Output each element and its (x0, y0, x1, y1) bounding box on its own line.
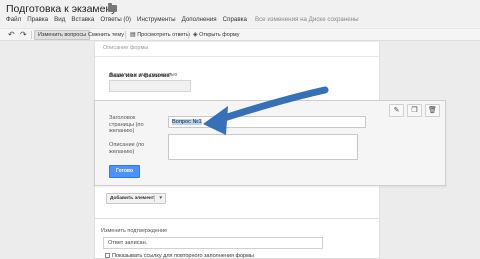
form-description-placeholder[interactable]: Описание формы (103, 45, 148, 51)
description-textarea[interactable] (168, 134, 358, 160)
page-title-value: Вопрос №1 (172, 119, 202, 125)
menu-item-edit[interactable]: Правка (27, 16, 48, 26)
chevron-down-icon[interactable]: ▾ (159, 194, 162, 203)
responses-icon: ▤ (130, 32, 136, 38)
confirmation-input[interactable]: Ответ записан. (103, 237, 323, 249)
menu-item-insert[interactable]: Вставка (71, 16, 94, 26)
answer-input-preview (109, 80, 191, 92)
open-form-button[interactable]: ◈ Открыть форму (190, 30, 243, 40)
page-title-label: Заголовок страницы (по желанию) (109, 115, 144, 134)
toolbar-divider (125, 31, 126, 39)
button-divider (154, 195, 155, 202)
open-form-label: Открыть форму (199, 32, 240, 38)
view-responses-button[interactable]: ▤ Просмотреть ответы (127, 30, 193, 40)
description-label: Описание (по желанию) (109, 142, 145, 155)
menu-bar: Файл Правка Вид Вставка Ответы (0) Инстр… (6, 16, 359, 26)
checkbox-icon[interactable] (105, 253, 110, 258)
toolbar: ↶ ↷ Изменить вопросы Сменить тему ▤ Прос… (0, 28, 480, 41)
redo-icon[interactable]: ↷ (20, 30, 27, 39)
menu-item-file[interactable]: Файл (6, 16, 21, 26)
page-break-editor: ✎ ❐ 🗑 Заголовок страницы (по желанию) Во… (94, 100, 446, 186)
menu-item-addons[interactable]: Дополнения (182, 16, 217, 26)
confirmation-label: Изменить подтверждение (101, 228, 168, 234)
done-button[interactable]: Готово (109, 165, 140, 178)
view-responses-label: Просмотреть ответы (137, 32, 190, 38)
toolbar-divider (188, 31, 189, 39)
menu-item-view[interactable]: Вид (54, 16, 65, 26)
edit-questions-button[interactable]: Изменить вопросы (34, 30, 91, 40)
page-title-input[interactable]: Вопрос №1 (168, 116, 366, 128)
menu-item-responses[interactable]: Ответы (0) (100, 16, 131, 26)
duplicate-icon[interactable]: ❐ (407, 104, 422, 117)
trash-icon[interactable]: 🗑 (425, 104, 440, 117)
change-theme-button[interactable]: Сменить тему (85, 30, 127, 40)
title-bar: Подготовка к экзамену ☆ Файл Правка Вид … (0, 0, 480, 28)
star-icon[interactable]: ☆ (96, 3, 105, 14)
open-form-icon: ◈ (193, 32, 198, 38)
resubmit-link-option[interactable]: Показывать ссылку для повторного заполне… (105, 253, 254, 259)
folder-icon[interactable] (108, 3, 117, 12)
toolbar-divider (31, 31, 32, 39)
divider (95, 56, 381, 57)
add-element-button[interactable]: Добавить элемент ▾ (106, 193, 166, 204)
add-element-label: Добавить элемент (110, 196, 155, 201)
save-status: Все изменения на Диске сохранены (254, 16, 359, 23)
undo-icon[interactable]: ↶ (8, 30, 15, 39)
menu-item-help[interactable]: Справка (223, 16, 247, 26)
question-help-text: Фамилия и имя полностью (109, 72, 178, 78)
resubmit-link-label: Показывать ссылку для повторного заполне… (112, 253, 254, 259)
confirmation-section: Изменить подтверждение Ответ записан. По… (94, 218, 380, 259)
menu-item-tools[interactable]: Инструменты (137, 16, 176, 26)
edit-pencil-icon[interactable]: ✎ (389, 104, 404, 117)
